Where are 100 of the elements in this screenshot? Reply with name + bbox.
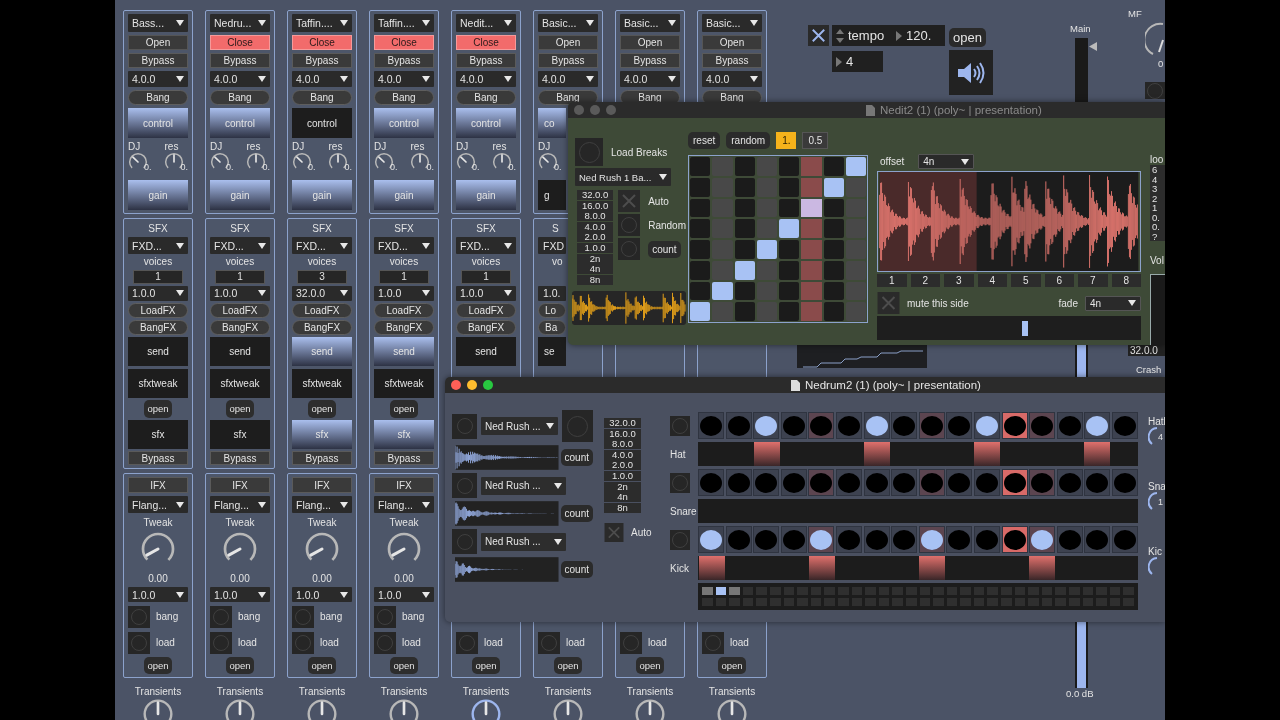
- rate-option[interactable]: 4.0.0: [604, 449, 641, 460]
- pad-button[interactable]: sfxtweak: [128, 368, 188, 398]
- bypass-button[interactable]: Bypass: [702, 53, 762, 68]
- bypass-button[interactable]: Bypass: [210, 451, 270, 466]
- circle-button[interactable]: [575, 138, 603, 166]
- toggle-button[interactable]: Close: [456, 35, 516, 50]
- grid-cell[interactable]: [690, 260, 711, 280]
- rate-option[interactable]: 2n: [577, 253, 614, 264]
- circle-button[interactable]: [128, 605, 150, 628]
- loop-option[interactable]: 1: [1150, 203, 1165, 213]
- control-button[interactable]: co: [538, 108, 566, 138]
- number-box[interactable]: 3: [297, 269, 347, 284]
- grid-cell[interactable]: [756, 302, 777, 321]
- grid-cell[interactable]: [756, 198, 777, 218]
- grid-cell[interactable]: [845, 240, 866, 259]
- circle-button[interactable]: [452, 473, 477, 498]
- dropdown[interactable]: 1.0.0: [210, 285, 270, 301]
- x-toggle[interactable]: [618, 190, 641, 212]
- grid-cell[interactable]: [845, 281, 866, 301]
- pad-button[interactable]: send: [128, 337, 188, 367]
- slider-thumb[interactable]: [1022, 321, 1029, 336]
- action-button[interactable]: reset: [688, 132, 721, 149]
- pill-button[interactable]: open: [226, 657, 254, 675]
- rate-option[interactable]: 4.0.0: [577, 221, 614, 232]
- circle-button[interactable]: [1145, 82, 1165, 99]
- grid-cell[interactable]: [712, 157, 733, 176]
- dropdown[interactable]: 4.0.0: [538, 71, 598, 87]
- rate-option[interactable]: 8.0.0: [604, 439, 641, 450]
- grid-cell[interactable]: [823, 198, 844, 218]
- step-button[interactable]: [1084, 412, 1111, 439]
- grid-cell[interactable]: [801, 260, 822, 280]
- dropdown[interactable]: Basic...: [620, 14, 680, 32]
- slice-button[interactable]: 2: [910, 274, 940, 287]
- window-control-icon[interactable]: [483, 380, 493, 390]
- pill-button[interactable]: LoadFX: [374, 302, 434, 318]
- dropdown[interactable]: Basic...: [702, 14, 762, 32]
- window-control-icon[interactable]: [467, 380, 477, 390]
- pill-button[interactable]: Bang: [128, 90, 188, 105]
- grid-cell[interactable]: [690, 198, 711, 218]
- bypass-button[interactable]: Bypass: [128, 53, 188, 68]
- toggle-button[interactable]: Close: [374, 35, 434, 50]
- knob[interactable]: [1148, 557, 1158, 577]
- bypass-button[interactable]: Bypass: [292, 53, 352, 68]
- number-box[interactable]: 1: [461, 269, 511, 284]
- dropdown[interactable]: FXD...: [210, 237, 270, 255]
- grid-cell[interactable]: [734, 260, 755, 280]
- grid-cell[interactable]: [690, 281, 711, 301]
- pad-button[interactable]: send: [210, 337, 270, 367]
- rate-option[interactable]: 8.0.0: [577, 211, 614, 222]
- grid-cell[interactable]: [734, 219, 755, 238]
- step-button[interactable]: [1001, 469, 1028, 496]
- circle-button[interactable]: [456, 631, 478, 654]
- grid-cell[interactable]: [801, 302, 822, 321]
- rate-option[interactable]: 4n: [577, 264, 614, 275]
- pill-button[interactable]: open: [554, 657, 582, 675]
- dropdown[interactable]: 1.0.0: [292, 587, 352, 603]
- count-button[interactable]: count: [560, 449, 593, 466]
- position-slider[interactable]: [877, 316, 1141, 340]
- circle-button[interactable]: [128, 631, 150, 654]
- x-toggle[interactable]: [807, 25, 830, 46]
- pad-button[interactable]: gain: [292, 180, 352, 210]
- rate-option[interactable]: 16.0.0: [577, 200, 614, 211]
- pill-button[interactable]: LoadFX: [456, 302, 516, 318]
- slice-button[interactable]: 5: [1011, 274, 1041, 287]
- pill-button[interactable]: LoadFX: [128, 302, 188, 318]
- circle-button[interactable]: [210, 631, 232, 654]
- pill-button[interactable]: Bang: [456, 90, 516, 105]
- pill-button[interactable]: BangFX: [374, 320, 434, 336]
- pill-button[interactable]: Bang: [210, 90, 270, 105]
- grid-cell[interactable]: [756, 157, 777, 176]
- pill-button[interactable]: BangFX: [128, 320, 188, 336]
- dropdown[interactable]: Taffin....: [292, 14, 352, 32]
- bypass-button[interactable]: Bypass: [374, 53, 434, 68]
- page-grid[interactable]: [698, 583, 1138, 610]
- step-button[interactable]: [863, 412, 890, 439]
- grid-cell[interactable]: [823, 302, 844, 321]
- pad-button[interactable]: sfxtweak: [210, 368, 270, 398]
- knob[interactable]: [1145, 22, 1165, 58]
- pill-button[interactable]: open: [472, 657, 500, 675]
- grid-cell[interactable]: [690, 177, 711, 197]
- pill-button[interactable]: BangFX: [456, 320, 516, 336]
- bypass-button[interactable]: Bypass: [538, 53, 598, 68]
- pill-button[interactable]: open: [718, 657, 746, 675]
- grid-cell[interactable]: [823, 281, 844, 301]
- step-button[interactable]: [918, 526, 945, 553]
- grid-cell[interactable]: [845, 157, 866, 176]
- grid-cell[interactable]: [712, 302, 733, 321]
- grid-cell[interactable]: [823, 240, 844, 259]
- dropdown[interactable]: Basic...: [538, 14, 598, 32]
- circle-button[interactable]: [670, 529, 690, 550]
- grid-cell[interactable]: [845, 260, 866, 280]
- dropdown[interactable]: 1.0.0: [374, 587, 434, 603]
- grid-cell[interactable]: [823, 177, 844, 197]
- grid-cell[interactable]: [779, 281, 800, 301]
- pill-button[interactable]: open: [308, 657, 336, 675]
- number-box[interactable]: 1: [379, 269, 429, 284]
- grid-cell[interactable]: [712, 281, 733, 301]
- grid-cell[interactable]: [756, 219, 777, 238]
- grid-cell[interactable]: [801, 177, 822, 197]
- slice-button[interactable]: 3: [944, 274, 974, 287]
